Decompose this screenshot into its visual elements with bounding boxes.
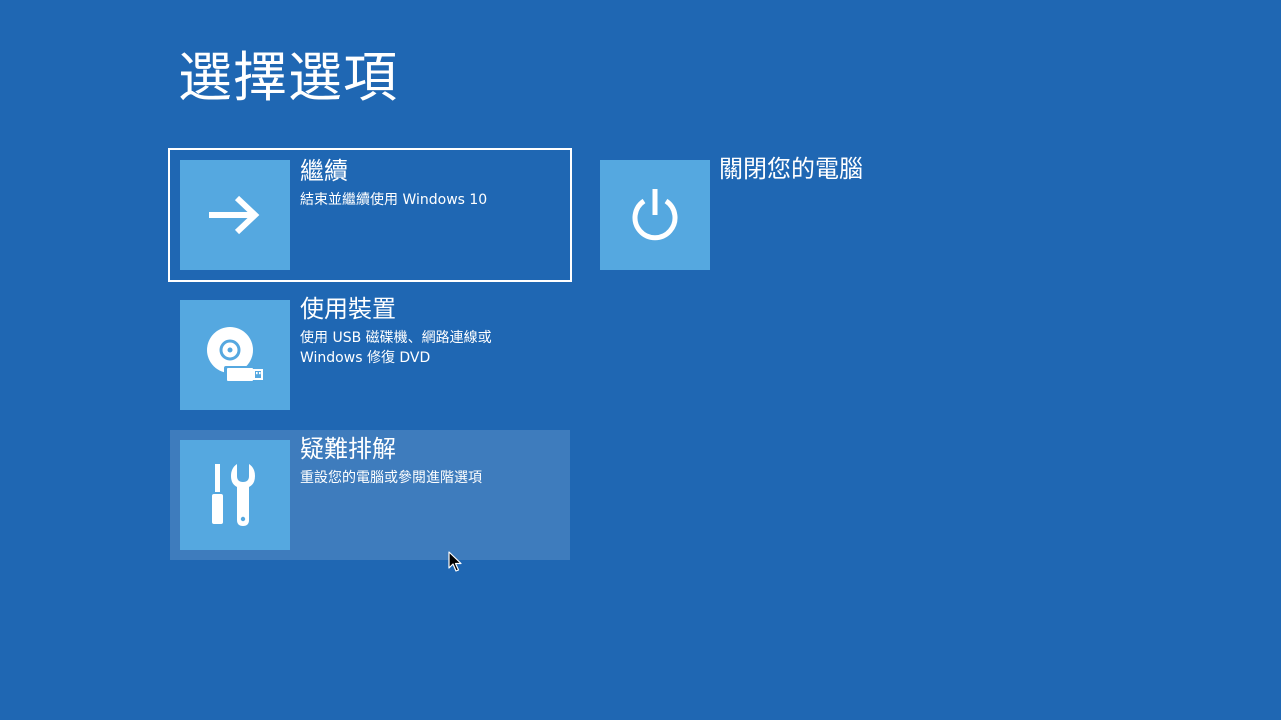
- continue-text: 繼續 結束並繼續使用 Windows 10: [300, 156, 487, 210]
- use-device-title: 使用裝置: [300, 295, 396, 323]
- mouse-pointer-icon: [448, 551, 462, 572]
- use-device-description: 使用 USB 磁碟機、網路連線或 Windows 修復 DVD: [300, 330, 492, 366]
- troubleshoot-description: 重設您的電腦或參閱進階選項: [300, 470, 482, 486]
- turn-off-title: 關閉您的電腦: [719, 155, 863, 183]
- continue-tile: [180, 160, 290, 270]
- use-device-tile: [180, 300, 290, 410]
- troubleshoot-text: 疑難排解 重設您的電腦或參閱進階選項: [300, 434, 482, 488]
- page-title: 選擇選項: [178, 46, 398, 109]
- troubleshoot-option[interactable]: 疑難排解 重設您的電腦或參閱進階選項: [170, 430, 570, 560]
- troubleshoot-title: 疑難排解: [300, 435, 396, 463]
- disc-usb-icon: [207, 327, 264, 383]
- continue-option[interactable]: 繼續 結束並繼續使用 Windows 10: [168, 148, 572, 282]
- power-icon: [632, 189, 678, 241]
- turn-off-option[interactable]: 關閉您的電腦: [590, 150, 990, 280]
- use-device-text: 使用裝置 使用 USB 磁碟機、網路連線或 Windows 修復 DVD: [300, 294, 492, 368]
- troubleshoot-tile: [180, 440, 290, 550]
- turn-off-text: 關閉您的電腦: [719, 154, 863, 184]
- tools-icon: [212, 464, 255, 526]
- use-device-option[interactable]: 使用裝置 使用 USB 磁碟機、網路連線或 Windows 修復 DVD: [170, 290, 570, 420]
- continue-title: 繼續: [300, 157, 348, 185]
- continue-description: 結束並繼續使用 Windows 10: [300, 192, 488, 208]
- arrow-right-icon: [209, 195, 260, 235]
- turn-off-tile: [600, 160, 710, 270]
